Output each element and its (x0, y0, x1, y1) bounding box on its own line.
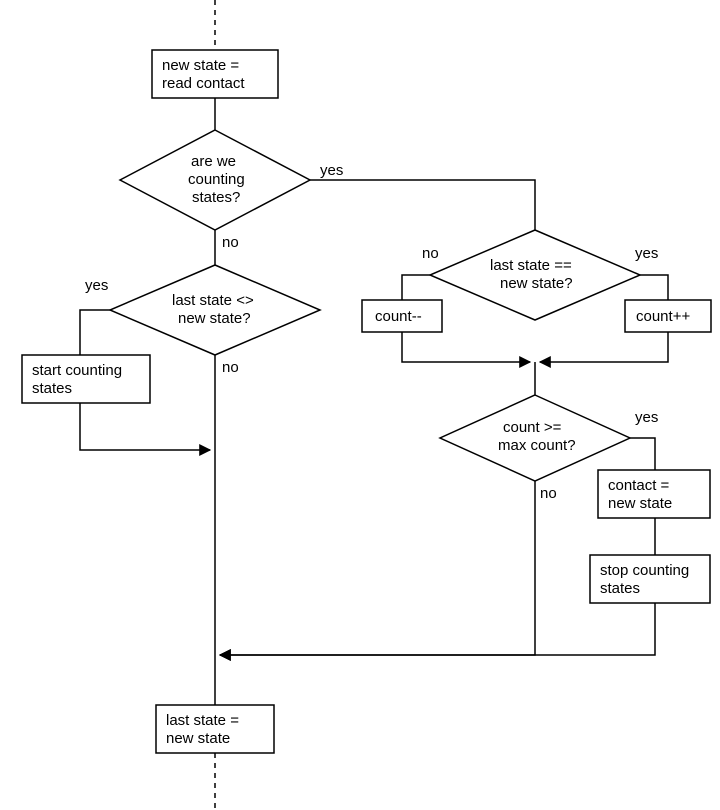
text: are we (191, 153, 236, 170)
text: last state <> (172, 292, 254, 309)
text: last state == (490, 257, 572, 274)
decision-neq: last state <> new state? (110, 265, 320, 355)
edge (540, 332, 668, 362)
node-count-dec: count-- (362, 300, 442, 332)
node-contact-assign: contact = new state (598, 470, 710, 518)
text: start counting (32, 362, 122, 379)
text: new state (166, 730, 230, 747)
decision-max: count >= max count? (440, 395, 630, 481)
node-read-contact: new state = read contact (152, 50, 278, 98)
label-yes: yes (635, 245, 658, 262)
edge (80, 403, 210, 450)
text: last state = (166, 712, 239, 729)
text: states (32, 380, 72, 397)
text: new state? (500, 275, 573, 292)
text: max count? (498, 437, 576, 454)
edge (402, 275, 430, 300)
label-no: no (422, 245, 439, 262)
text: new state? (178, 310, 251, 327)
edge (220, 481, 535, 655)
decision-eq: last state == new state? (430, 230, 640, 320)
text: contact = (608, 477, 670, 494)
label-yes: yes (85, 277, 108, 294)
edge (220, 603, 655, 655)
node-last-state: last state = new state (156, 705, 274, 753)
text: states? (192, 189, 240, 206)
text: count-- (375, 308, 422, 325)
decision-counting: are we counting states? (120, 130, 310, 230)
text: states (600, 580, 640, 597)
label-yes: yes (635, 409, 658, 426)
text: new state (608, 495, 672, 512)
label-yes: yes (320, 162, 343, 179)
text: read contact (162, 75, 245, 92)
text: new state = (162, 57, 239, 74)
edge (640, 275, 668, 300)
label-no: no (222, 359, 239, 376)
node-stop-counting: stop counting states (590, 555, 710, 603)
edge (80, 310, 110, 355)
text: stop counting (600, 562, 689, 579)
edge (402, 332, 530, 362)
text: count++ (636, 308, 690, 325)
label-no: no (540, 485, 557, 502)
node-start-counting: start counting states (22, 355, 150, 403)
edge (310, 180, 535, 230)
edge (630, 438, 655, 470)
text: count >= (503, 419, 562, 436)
text: counting (188, 171, 245, 188)
node-count-inc: count++ (625, 300, 711, 332)
label-no: no (222, 234, 239, 251)
